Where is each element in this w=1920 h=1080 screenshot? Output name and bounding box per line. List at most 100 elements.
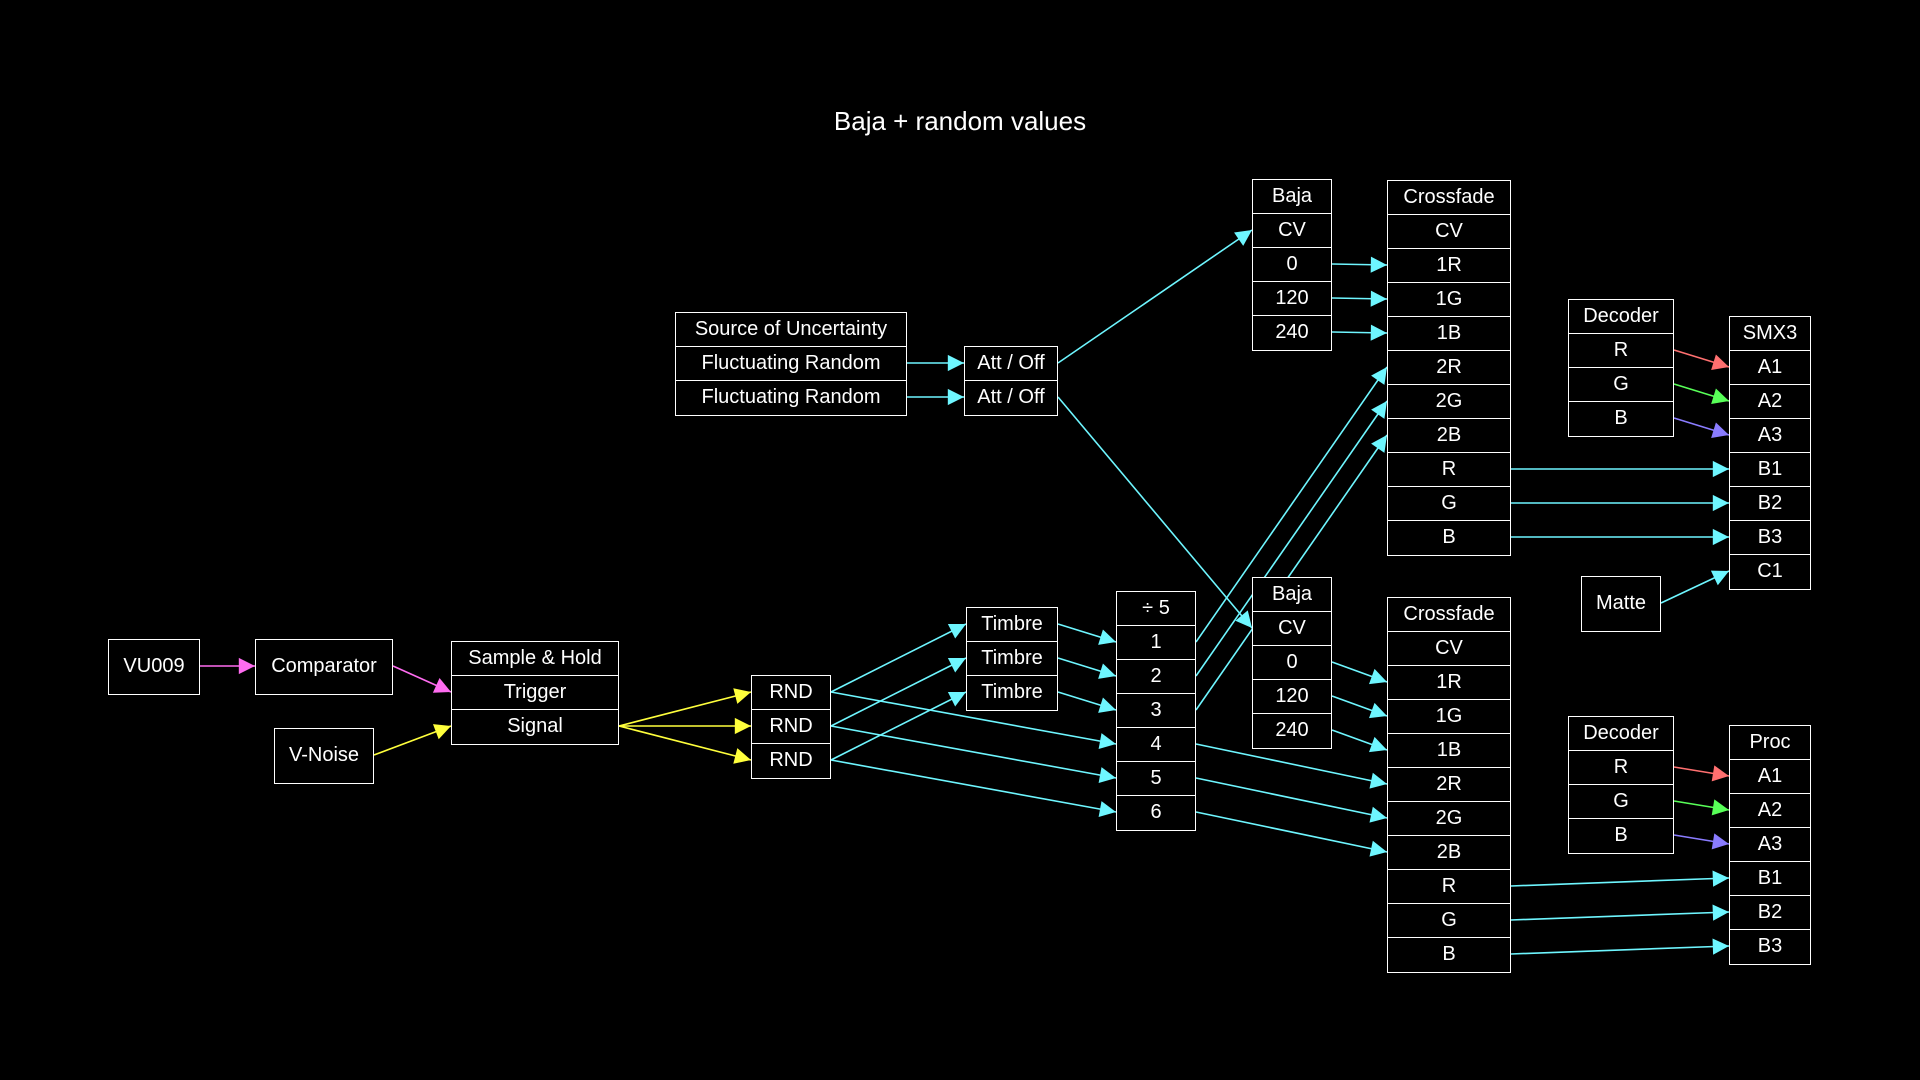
xf1-port-6: 2G	[1387, 384, 1511, 420]
wire-rnd-1-to-div5-5	[830, 725, 1117, 784]
wire-baja2-3-to-xf2-3	[1331, 695, 1388, 719]
xf2-port-5: 2R	[1387, 767, 1511, 803]
module-sh: Sample & Hold Trigger Signal	[451, 641, 619, 745]
wire-dec1-2-to-smx3-2	[1673, 383, 1730, 404]
wire-dec2-1-to-proc-1	[1673, 765, 1730, 782]
xf2-port-3: 1G	[1387, 699, 1511, 735]
module-xf2: Crossfade CV 1R 1G 1B 2R 2G 2B R G B	[1387, 597, 1511, 973]
dec1-port-1: R	[1568, 333, 1674, 369]
xf1-port-3: 1G	[1387, 282, 1511, 318]
xf2-port-7: 2B	[1387, 835, 1511, 871]
xf1-port-1: CV	[1387, 214, 1511, 250]
xf1-port-8: R	[1387, 452, 1511, 488]
vnoise-port-0: V-Noise	[274, 728, 374, 784]
wire-dec2-3-to-proc-3	[1673, 833, 1730, 850]
xf2-port-2: 1R	[1387, 665, 1511, 701]
wire-baja2-4-to-xf2-4	[1331, 729, 1388, 753]
proc-port-2: A2	[1729, 793, 1811, 829]
wire-vnoise-0-to-sh-2	[373, 724, 452, 756]
module-uncertainty: Source of Uncertainty Fluctuating Random F…	[675, 312, 907, 416]
wire-rnd-2-to-timbre-2	[830, 691, 967, 761]
dec2-port-1: R	[1568, 750, 1674, 786]
proc-port-4: B1	[1729, 861, 1811, 897]
wire-sh-2-to-rnd-0	[618, 688, 752, 727]
baja1-port-2: 0	[1252, 247, 1332, 283]
wire-dec1-3-to-smx3-3	[1673, 417, 1730, 438]
dec2-port-3: B	[1568, 818, 1674, 854]
baja1-port-1: CV	[1252, 213, 1332, 249]
wire-rnd-0-to-timbre-0	[830, 623, 967, 693]
xf1-port-10: B	[1387, 520, 1511, 556]
sh-header: Sample & Hold	[451, 641, 619, 677]
wire-matte-0-to-smx3-7	[1660, 570, 1730, 604]
dec1-port-3: B	[1568, 401, 1674, 437]
div5-port-3: 3	[1116, 693, 1196, 729]
module-baja2: Baja CV 0 120 240	[1252, 577, 1332, 749]
dec1-port-2: G	[1568, 367, 1674, 403]
wire-dec1-1-to-smx3-1	[1673, 349, 1730, 370]
xf1-port-2: 1R	[1387, 248, 1511, 284]
timbre-port-1: Timbre	[966, 641, 1058, 677]
smx3-port-3: A3	[1729, 418, 1811, 454]
wire-baja1-3-to-xf1-3	[1331, 290, 1388, 307]
wire-baja2-2-to-xf2-2	[1331, 661, 1388, 685]
xf2-header: Crossfade	[1387, 597, 1511, 633]
module-vu009: VU009	[108, 639, 200, 695]
module-attoff: Att / Off Att / Off	[964, 346, 1058, 416]
smx3-port-4: B1	[1729, 452, 1811, 488]
smx3-port-6: B3	[1729, 520, 1811, 556]
proc-port-6: B3	[1729, 929, 1811, 965]
module-dec1: Decoder R G B	[1568, 299, 1674, 437]
wire-div5-6-to-xf2-7	[1195, 811, 1388, 857]
timbre-header: Timbre	[966, 607, 1058, 643]
sh-port-1: Trigger	[451, 675, 619, 711]
uncertainty-port-2: Fluctuating Random	[675, 380, 907, 416]
rnd-port-2: RND	[751, 743, 831, 779]
div5-header: ÷ 5	[1116, 591, 1196, 627]
smx3-port-5: B2	[1729, 486, 1811, 522]
div5-port-2: 2	[1116, 659, 1196, 695]
wire-xf2-10-to-proc-6	[1510, 938, 1730, 955]
rnd-header: RND	[751, 675, 831, 711]
baja1-header: Baja	[1252, 179, 1332, 215]
baja2-port-1: CV	[1252, 611, 1332, 647]
wire-rnd-1-to-timbre-1	[830, 657, 967, 727]
xf1-header: Crossfade	[1387, 180, 1511, 216]
div5-port-5: 5	[1116, 761, 1196, 797]
wire-baja1-2-to-xf1-2	[1331, 256, 1388, 273]
module-smx3: SMX3 A1 A2 A3 B1 B2 B3 C1	[1729, 316, 1811, 590]
wire-attoff-0-to-baja1-1	[1057, 229, 1253, 364]
smx3-port-2: A2	[1729, 384, 1811, 420]
module-proc: Proc A1 A2 A3 B1 B2 B3	[1729, 725, 1811, 965]
patch-diagram: Baja + random values VU009 Comparator V-No…	[0, 0, 1920, 1080]
smx3-port-7: C1	[1729, 554, 1811, 590]
wire-dec2-2-to-proc-2	[1673, 799, 1730, 816]
wire-comparator-0-to-sh-1	[392, 665, 452, 693]
wire-timbre-0-to-div5-1	[1057, 623, 1117, 645]
wire-sh-2-to-rnd-2	[618, 725, 752, 764]
xf1-port-5: 2R	[1387, 350, 1511, 386]
module-dec2: Decoder R G B	[1568, 716, 1674, 854]
uncertainty-port-1: Fluctuating Random	[675, 346, 907, 382]
wire-div5-4-to-xf2-5	[1195, 743, 1388, 789]
rnd-port-1: RND	[751, 709, 831, 745]
dec2-header: Decoder	[1568, 716, 1674, 752]
dec2-port-2: G	[1568, 784, 1674, 820]
baja2-port-3: 120	[1252, 679, 1332, 715]
proc-header: Proc	[1729, 725, 1811, 761]
xf2-port-4: 1B	[1387, 733, 1511, 769]
smx3-port-1: A1	[1729, 350, 1811, 386]
wire-xf2-8-to-proc-4	[1510, 870, 1730, 887]
comparator-port-0: Comparator	[255, 639, 393, 695]
module-comparator: Comparator	[255, 639, 393, 695]
wire-div5-5-to-xf2-6	[1195, 777, 1388, 823]
module-baja1: Baja CV 0 120 240	[1252, 179, 1332, 351]
xf2-port-1: CV	[1387, 631, 1511, 667]
vu009-port-0: VU009	[108, 639, 200, 695]
module-xf1: Crossfade CV 1R 1G 1B 2R 2G 2B R G B	[1387, 180, 1511, 556]
xf1-port-4: 1B	[1387, 316, 1511, 352]
baja2-port-2: 0	[1252, 645, 1332, 681]
attoff-port-1: Att / Off	[964, 380, 1058, 416]
module-matte: Matte	[1581, 576, 1661, 632]
baja1-port-4: 240	[1252, 315, 1332, 351]
